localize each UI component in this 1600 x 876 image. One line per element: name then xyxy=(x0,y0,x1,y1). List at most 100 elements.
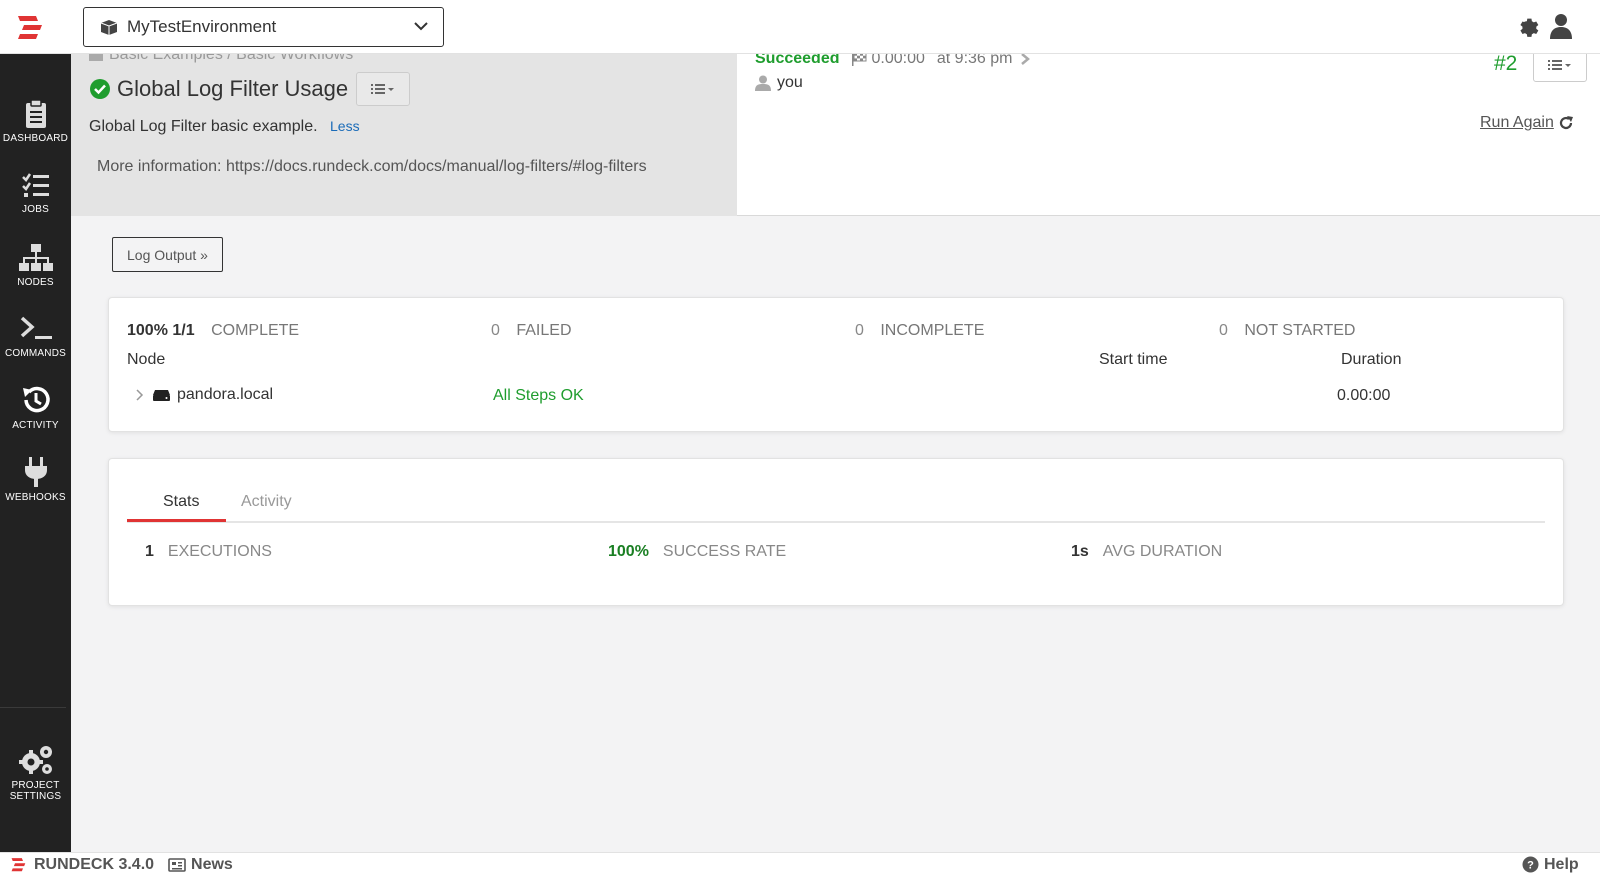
failed-count: 0 xyxy=(491,322,500,339)
tab-bar: Stats Activity xyxy=(127,481,1545,523)
execution-user: you xyxy=(755,74,803,92)
sidebar-item-jobs[interactable]: JOBS xyxy=(0,172,71,215)
column-header-start-time: Start time xyxy=(1099,351,1168,368)
summary-not-started: 0 NOT STARTED xyxy=(1219,322,1355,340)
breadcrumb-text: Basic Examples / Basic Workflows xyxy=(109,54,354,63)
metric-executions: 1 EXECUTIONS xyxy=(145,543,272,561)
box-icon xyxy=(100,20,118,35)
complete-count: 100% 1/1 xyxy=(127,322,195,339)
server-icon xyxy=(153,389,170,401)
rundeck-logo-icon xyxy=(11,857,26,871)
execution-info-panel: Succeeded 0.00:00 at 9:36 pm you #2 Run xyxy=(737,48,1600,216)
not-started-count: 0 xyxy=(1219,322,1228,339)
summary-incomplete: 0 INCOMPLETE xyxy=(855,322,984,340)
job-actions-menu-button[interactable] xyxy=(356,72,411,106)
chevron-right-icon[interactable] xyxy=(135,388,144,402)
gear-icon[interactable] xyxy=(1515,14,1540,39)
incomplete-label: INCOMPLETE xyxy=(880,322,985,339)
execution-user-name: you xyxy=(777,74,803,91)
run-again-label: Run Again xyxy=(1480,114,1554,131)
active-tab-indicator xyxy=(127,519,226,522)
clipboard-icon xyxy=(25,99,46,128)
run-again-button[interactable]: Run Again xyxy=(1480,114,1574,132)
version-label: RUNDECK 3.4.0 xyxy=(34,855,155,873)
column-header-node: Node xyxy=(127,351,166,368)
avg-duration-value: 1s xyxy=(1071,543,1089,560)
executions-value: 1 xyxy=(145,543,154,560)
help-label: Help xyxy=(1544,855,1579,873)
cogs-icon xyxy=(18,746,52,774)
breadcrumb[interactable]: Basic Examples / Basic Workflows xyxy=(89,54,353,64)
question-circle-icon: ? xyxy=(1522,856,1539,873)
newspaper-icon xyxy=(168,857,186,872)
project-name: MyTestEnvironment xyxy=(127,17,277,36)
job-more-info: More information: https://docs.rundeck.c… xyxy=(97,158,647,175)
avg-duration-label: AVG DURATION xyxy=(1102,543,1223,560)
history-icon xyxy=(22,386,50,413)
sitemap-icon xyxy=(18,244,53,271)
sidebar-item-nodes[interactable]: NODES xyxy=(0,243,71,288)
list-check-icon xyxy=(21,173,49,197)
sidebar-divider xyxy=(0,707,66,708)
chevron-down-icon xyxy=(414,22,428,31)
sidebar-item-label: DASHBOARD xyxy=(2,133,69,144)
sidebar-item-label: JOBS xyxy=(22,204,49,215)
plug-icon xyxy=(24,457,47,487)
summary-failed: 0 FAILED xyxy=(491,322,572,340)
sidebar-item-dashboard[interactable]: DASHBOARD xyxy=(0,99,71,144)
not-started-label: NOT STARTED xyxy=(1244,322,1356,339)
user-icon[interactable] xyxy=(1549,13,1573,39)
table-row[interactable]: pandora.local xyxy=(135,386,273,404)
execution-number[interactable]: #2 xyxy=(1494,52,1517,76)
less-link[interactable]: Less xyxy=(330,118,360,134)
tab-activity[interactable]: Activity xyxy=(241,493,292,511)
stats-card: Stats Activity 1 EXECUTIONS 100% SUCCESS R… xyxy=(108,458,1564,606)
sidebar-item-webhooks[interactable]: WEBHOOKS xyxy=(0,456,71,503)
sidebar-item-commands[interactable]: COMMANDS xyxy=(0,314,71,359)
complete-label: COMPLETE xyxy=(211,322,300,339)
folder-icon xyxy=(89,54,103,61)
sidebar-item-label: NODES xyxy=(17,277,54,288)
incomplete-count: 0 xyxy=(855,322,864,339)
metric-success-rate: 100% SUCCESS RATE xyxy=(608,543,786,561)
node-summary-card: 100% 1/1 COMPLETE 0 FAILED 0 INCOMPLETE … xyxy=(108,297,1564,432)
log-output-button[interactable]: Log Output » xyxy=(112,237,223,272)
terminal-icon xyxy=(20,316,52,339)
summary-complete: 100% 1/1 COMPLETE xyxy=(127,322,299,340)
success-rate-value: 100% xyxy=(608,543,649,560)
news-label: News xyxy=(191,855,233,873)
job-info-panel: Basic Examples / Basic Workflows Global … xyxy=(71,54,737,216)
node-status: All Steps OK xyxy=(493,387,584,404)
top-navbar: MyTestEnvironment xyxy=(0,0,1600,54)
page-title: Global Log Filter Usage xyxy=(117,76,349,101)
rundeck-logo-icon[interactable] xyxy=(16,14,46,42)
metric-avg-duration: 1s AVG DURATION xyxy=(1071,543,1222,561)
success-rate-label: SUCCESS RATE xyxy=(662,543,787,560)
list-dropdown-icon xyxy=(371,84,395,94)
job-description-text: Global Log Filter basic example. xyxy=(89,118,318,135)
sidebar-item-label: COMMANDS xyxy=(4,348,67,359)
column-header-duration: Duration xyxy=(1341,351,1402,368)
settings-label-line1: PROJECT xyxy=(11,780,60,791)
tab-stats[interactable]: Stats xyxy=(163,493,199,511)
job-description: Global Log Filter basic example. Less xyxy=(89,118,360,136)
check-circle-icon xyxy=(90,79,110,99)
sidebar-item-activity[interactable]: ACTIVITY xyxy=(0,384,71,431)
failed-label: FAILED xyxy=(516,322,572,339)
help-link[interactable]: ? Help xyxy=(1522,856,1579,874)
chevron-right-icon[interactable] xyxy=(1020,52,1031,66)
sidebar-item-label: WEBHOOKS xyxy=(5,492,66,503)
node-duration: 0.00:00 xyxy=(1337,387,1391,404)
footer: RUNDECK 3.4.0 News ? Help xyxy=(0,852,1600,876)
settings-label-line2: SETTINGS xyxy=(9,791,62,802)
checkered-flag-icon xyxy=(852,52,867,66)
sidebar-item-project-settings[interactable]: PROJECT SETTINGS xyxy=(0,744,71,802)
project-selector[interactable]: MyTestEnvironment xyxy=(83,7,444,47)
list-dropdown-icon xyxy=(1548,60,1571,70)
refresh-icon xyxy=(1559,116,1573,130)
user-icon xyxy=(755,75,771,91)
svg-text:?: ? xyxy=(1527,860,1534,872)
sidebar: DASHBOARD JOBS NODES COMMANDS ACTIVITY W… xyxy=(0,54,71,852)
version-link[interactable]: RUNDECK 3.4.0 xyxy=(10,856,154,874)
news-link[interactable]: News xyxy=(168,856,233,874)
